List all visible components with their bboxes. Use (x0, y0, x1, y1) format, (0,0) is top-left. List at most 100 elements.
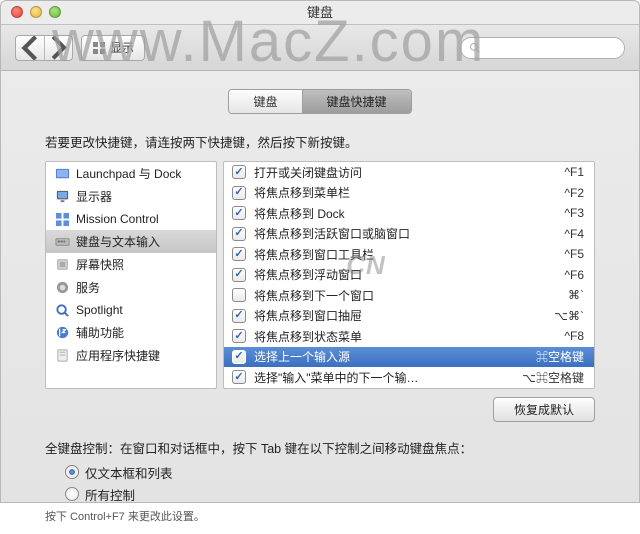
grid-icon (92, 41, 106, 55)
sidebar-item-label: Launchpad 与 Dock (76, 165, 181, 182)
sidebar-item[interactable]: 辅助功能 (46, 321, 216, 344)
sidebar-item-label: 显示器 (76, 188, 112, 205)
tab-keyboard[interactable]: 键盘 (229, 90, 301, 113)
shortcut-row[interactable]: 将焦点移到状态菜单^F8 (224, 326, 594, 347)
shortcut-key[interactable]: ^F6 (564, 268, 584, 282)
sidebar-item[interactable]: Launchpad 与 Dock (46, 162, 216, 185)
tab-shortcuts[interactable]: 键盘快捷键 (302, 90, 411, 113)
sidebar-item[interactable]: Mission Control (46, 208, 216, 230)
sidebar-item-label: Mission Control (76, 212, 159, 226)
full-keyboard-note: 按下 Control+F7 来更改此设置。 (45, 508, 595, 524)
sidebar-icon (54, 189, 70, 205)
preferences-window: 键盘 显示 键盘 键盘快捷键 若要更改快捷键，请连按两下快捷键，然后按下新按键。… (0, 0, 640, 503)
radio-text-only[interactable]: 仅文本框和列表 (65, 463, 595, 482)
sidebar-item[interactable]: 屏幕快照 (46, 253, 216, 276)
sidebar-item[interactable]: 键盘与文本输入 (46, 230, 216, 253)
zoom-icon[interactable] (49, 6, 61, 18)
radio-all-label: 所有控制 (85, 485, 135, 504)
shortcut-row[interactable]: 将焦点移到活跃窗口或脑窗口^F4 (224, 224, 594, 245)
shortcut-key[interactable]: ⌘` (568, 288, 584, 302)
shortcut-key[interactable]: ^F8 (564, 329, 584, 343)
shortcut-key[interactable]: ⌥⌘` (554, 309, 584, 323)
show-all-label: 显示 (110, 39, 134, 56)
shortcut-row[interactable]: 将焦点移到窗口抽屉⌥⌘` (224, 306, 594, 327)
radio-dot-icon (65, 465, 79, 479)
checkbox[interactable] (232, 206, 246, 220)
close-icon[interactable] (11, 6, 23, 18)
shortcut-label: 将焦点移到下一个窗口 (254, 287, 568, 304)
nav-segment (15, 35, 73, 61)
checkbox[interactable] (232, 186, 246, 200)
traffic-lights (11, 6, 61, 18)
minimize-icon[interactable] (30, 6, 42, 18)
shortcut-label: 将焦点移到窗口抽屉 (254, 307, 554, 324)
shortcut-row[interactable]: 将焦点移到 Dock^F3 (224, 203, 594, 224)
sidebar-item[interactable]: 应用程序快捷键 (46, 344, 216, 367)
sidebar-item-label: 服务 (76, 279, 100, 296)
show-all-button[interactable]: 显示 (81, 35, 145, 61)
shortcut-row[interactable]: 将焦点移到浮动窗口^F6 (224, 265, 594, 286)
sidebar-item-label: Spotlight (76, 303, 123, 317)
shortcut-key[interactable]: ^F5 (564, 247, 584, 261)
shortcut-label: 将焦点移到浮动窗口 (254, 266, 564, 283)
sidebar-item[interactable]: 显示器 (46, 185, 216, 208)
search-input[interactable] (460, 37, 625, 59)
instruction-text: 若要更改快捷键，请连按两下快捷键，然后按下新按键。 (45, 132, 595, 151)
window-title: 键盘 (1, 1, 639, 25)
shortcut-label: 选择"输入"菜单中的下一个输… (254, 369, 522, 386)
shortcut-row[interactable]: 将焦点移到窗口工具栏^F5 (224, 244, 594, 265)
titlebar: 键盘 (1, 1, 639, 25)
sidebar-icon (54, 257, 70, 273)
checkbox[interactable] (232, 309, 246, 323)
radio-text-only-label: 仅文本框和列表 (85, 463, 173, 482)
checkbox[interactable] (232, 165, 246, 179)
checkbox[interactable] (232, 370, 246, 384)
sidebar-icon (54, 348, 70, 364)
checkbox[interactable] (232, 268, 246, 282)
sidebar-item-label: 应用程序快捷键 (76, 347, 160, 364)
sidebar-item[interactable]: 服务 (46, 276, 216, 299)
checkbox[interactable] (232, 329, 246, 343)
checkbox[interactable] (232, 227, 246, 241)
forward-button[interactable] (44, 36, 72, 60)
shortcut-row[interactable]: 将焦点移到下一个窗口⌘` (224, 285, 594, 306)
shortcut-list: 打开或关闭键盘访问^F1将焦点移到菜单栏^F2将焦点移到 Dock^F3将焦点移… (223, 161, 595, 389)
shortcut-key[interactable]: ⌥⌘空格键 (522, 369, 584, 386)
shortcut-row[interactable]: 打开或关闭键盘访问^F1 (224, 162, 594, 183)
sidebar-icon (54, 234, 70, 250)
shortcut-label: 将焦点移到状态菜单 (254, 328, 564, 345)
shortcut-row[interactable]: 将焦点移到菜单栏^F2 (224, 183, 594, 204)
shortcut-key[interactable]: ^F1 (564, 165, 584, 179)
sidebar-item-label: 辅助功能 (76, 324, 124, 341)
sidebar-icon (54, 166, 70, 182)
sidebar-icon (54, 325, 70, 341)
sidebar-icon (54, 211, 70, 227)
shortcut-key[interactable]: ^F4 (564, 227, 584, 241)
search-icon (469, 42, 481, 54)
shortcut-label: 将焦点移到窗口工具栏 (254, 246, 564, 263)
shortcut-row[interactable]: 选择"输入"菜单中的下一个输…⌥⌘空格键 (224, 367, 594, 388)
shortcut-label: 打开或关闭键盘访问 (254, 164, 564, 181)
toolbar: 显示 (1, 25, 639, 71)
sidebar-item-label: 键盘与文本输入 (76, 233, 160, 250)
sidebar-icon (54, 280, 70, 296)
radio-all-controls[interactable]: 所有控制 (65, 485, 595, 504)
checkbox[interactable] (232, 247, 246, 261)
sidebar-item[interactable]: Spotlight (46, 299, 216, 321)
shortcut-key[interactable]: ^F3 (564, 206, 584, 220)
shortcut-row[interactable]: 选择上一个输入源⌘空格键 (224, 347, 594, 368)
restore-defaults-button[interactable]: 恢复成默认 (493, 397, 595, 422)
shortcut-key[interactable]: ⌘空格键 (536, 348, 584, 365)
shortcut-label: 选择上一个输入源 (254, 348, 536, 365)
sidebar-icon (54, 302, 70, 318)
shortcut-key[interactable]: ^F2 (564, 186, 584, 200)
tabs: 键盘 键盘快捷键 (1, 89, 639, 114)
back-button[interactable] (16, 36, 44, 60)
shortcut-label: 将焦点移到菜单栏 (254, 184, 564, 201)
shortcut-label: 将焦点移到 Dock (254, 205, 564, 222)
shortcut-label: 将焦点移到活跃窗口或脑窗口 (254, 225, 564, 242)
category-sidebar: Launchpad 与 Dock 显示器 Mission Control 键盘与文本输… (45, 161, 217, 389)
checkbox[interactable] (232, 288, 246, 302)
radio-dot-icon (65, 487, 79, 501)
checkbox[interactable] (232, 350, 246, 364)
